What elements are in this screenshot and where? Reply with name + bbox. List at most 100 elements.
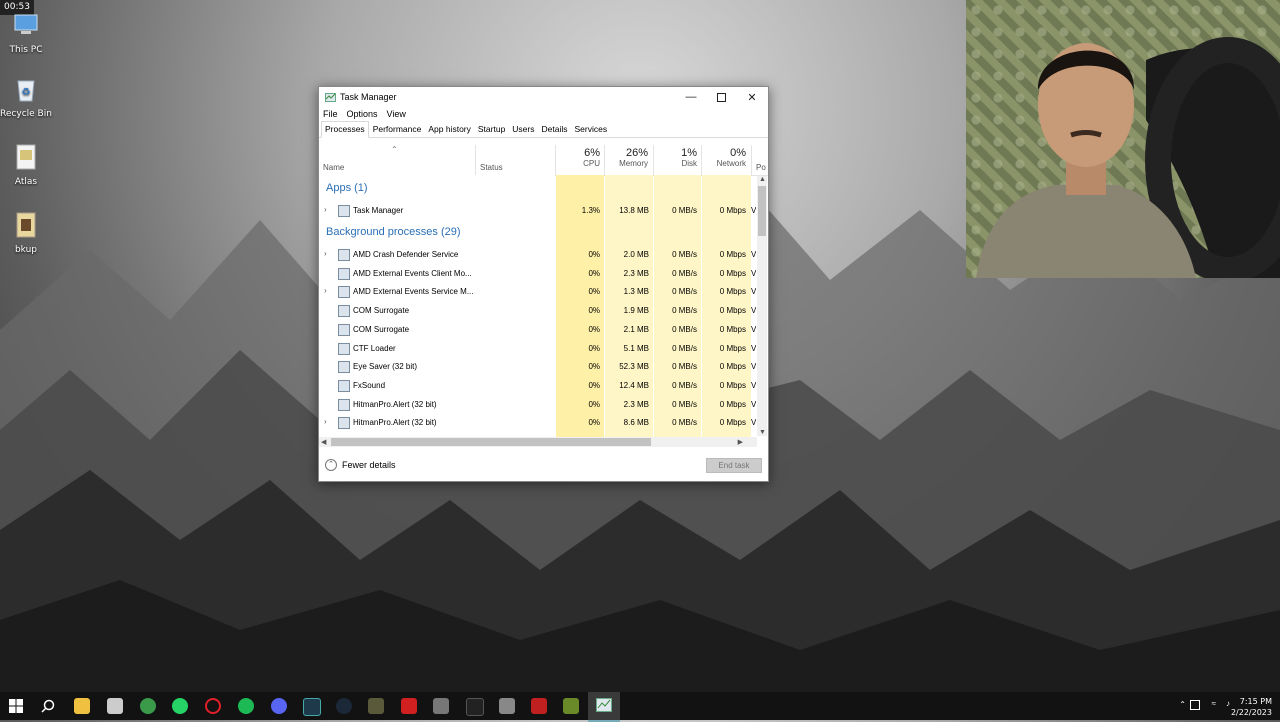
horizontal-scrollbar[interactable]: ◀ ▶ bbox=[319, 437, 757, 447]
process-row[interactable]: › HitmanPro.Alert (32 bit) 0% 8.6 MB 0 MB/s 0… bbox=[319, 413, 756, 432]
tab-app-history[interactable]: App history bbox=[425, 122, 474, 137]
process-row[interactable]: Eye Saver (32 bit) 0% 52.3 MB 0 MB/s 0 Mbps V bbox=[319, 357, 756, 376]
notification-icon[interactable] bbox=[1190, 700, 1200, 710]
app-icon[interactable] bbox=[401, 698, 417, 714]
clock[interactable]: 7:15 PM 2/22/2023 bbox=[1231, 696, 1272, 718]
desktop-icon-this-pc[interactable]: This PC bbox=[0, 10, 52, 55]
chevron-right-icon[interactable]: › bbox=[324, 205, 327, 214]
chevron-right-icon[interactable]: › bbox=[324, 249, 327, 258]
file-explorer-icon[interactable] bbox=[74, 698, 90, 714]
power-value: V bbox=[751, 380, 756, 390]
app-icon[interactable] bbox=[563, 698, 579, 714]
scrollbar-thumb[interactable] bbox=[331, 438, 651, 446]
column-memory[interactable]: 26% Memory bbox=[603, 147, 648, 168]
disk-value: 0 MB/s bbox=[672, 306, 697, 316]
memory-value: 2.3 MB bbox=[623, 268, 649, 278]
tab-startup[interactable]: Startup bbox=[475, 122, 508, 137]
end-task-button[interactable]: End task bbox=[706, 458, 762, 473]
tab-services[interactable]: Services bbox=[571, 122, 610, 137]
memory-label: Memory bbox=[619, 159, 648, 168]
windows-start-icon[interactable] bbox=[8, 698, 24, 714]
spotify-icon[interactable] bbox=[238, 698, 254, 714]
column-cpu[interactable]: 6% CPU bbox=[555, 147, 600, 168]
scroll-left-icon[interactable]: ◀ bbox=[321, 438, 326, 446]
nox-icon[interactable] bbox=[303, 698, 321, 716]
minimize-button[interactable]: — bbox=[676, 87, 706, 107]
process-name: Task Manager bbox=[353, 206, 404, 215]
desktop-icon-atlas[interactable]: Atlas bbox=[0, 142, 52, 187]
app-icon[interactable] bbox=[466, 698, 484, 716]
desktop-icon-recycle-bin[interactable]: ♻ Recycle Bin bbox=[0, 74, 52, 119]
tab-performance[interactable]: Performance bbox=[370, 122, 425, 137]
tab-users[interactable]: Users bbox=[509, 122, 537, 137]
menu-options[interactable]: Options bbox=[347, 109, 378, 119]
desktop-icon-label: This PC bbox=[9, 45, 43, 55]
xbox-icon[interactable] bbox=[140, 698, 156, 714]
menu-file[interactable]: File bbox=[323, 109, 338, 119]
fewer-details-button[interactable]: ⌃ Fewer details bbox=[325, 459, 396, 471]
power-value: V bbox=[751, 306, 756, 316]
game-icon[interactable] bbox=[368, 698, 384, 714]
network-percent: 0% bbox=[730, 147, 746, 159]
scroll-up-icon[interactable]: ▲ bbox=[759, 176, 766, 183]
volume-icon[interactable]: ♪ bbox=[1226, 699, 1230, 708]
column-network[interactable]: 0% Network bbox=[701, 147, 746, 168]
cpu-value: 0% bbox=[588, 268, 600, 278]
process-row[interactable]: CTF Loader 0% 5.1 MB 0 MB/s 0 Mbps V bbox=[319, 339, 756, 358]
app-icon[interactable] bbox=[499, 698, 515, 714]
column-disk[interactable]: 1% Disk bbox=[652, 147, 697, 168]
opera-icon[interactable] bbox=[205, 698, 221, 714]
process-row[interactable]: AMD External Events Client Mo... 0% 2.3 MB… bbox=[319, 264, 756, 283]
column-name[interactable]: Name bbox=[323, 163, 344, 172]
taskbar-task-manager[interactable] bbox=[588, 692, 620, 722]
cpu-percent: 6% bbox=[584, 147, 600, 159]
chevron-right-icon[interactable]: › bbox=[324, 417, 327, 426]
process-row[interactable]: COM Surrogate 0% 1.9 MB 0 MB/s 0 Mbps V bbox=[319, 301, 756, 320]
discord-icon[interactable] bbox=[271, 698, 287, 714]
group-header-apps[interactable]: Apps (1) bbox=[326, 182, 368, 194]
app-icon[interactable] bbox=[531, 698, 547, 714]
tab-processes[interactable]: Processes bbox=[321, 121, 369, 138]
close-button[interactable]: ✕ bbox=[737, 87, 767, 107]
process-name: Eye Saver (32 bit) bbox=[353, 362, 418, 372]
memory-value: 2.0 MB bbox=[623, 250, 649, 259]
scrollbar-thumb[interactable] bbox=[758, 186, 766, 236]
scroll-right-icon[interactable]: ▶ bbox=[738, 438, 743, 446]
network-value: 0 Mbps bbox=[719, 399, 746, 409]
steam-icon[interactable] bbox=[336, 698, 352, 714]
desktop-icon-bkup[interactable]: bkup bbox=[0, 210, 52, 255]
tab-details[interactable]: Details bbox=[539, 122, 571, 137]
group-header-background[interactable]: Background processes (29) bbox=[326, 226, 461, 238]
vertical-scrollbar[interactable]: ▲ ▼ bbox=[757, 176, 767, 436]
scroll-down-icon[interactable]: ▼ bbox=[759, 429, 766, 436]
network-icon[interactable]: ≈ bbox=[1212, 699, 1216, 708]
process-row[interactable]: › AMD External Events Service M... 0% 1.3 M… bbox=[319, 282, 756, 301]
column-divider bbox=[604, 145, 605, 175]
process-row[interactable]: FxSound 0% 12.4 MB 0 MB/s 0 Mbps V bbox=[319, 376, 756, 395]
process-icon bbox=[338, 417, 350, 430]
recycle-bin-icon: ♻ bbox=[17, 80, 35, 102]
chevron-right-icon[interactable]: › bbox=[324, 286, 327, 295]
clock-date: 2/22/2023 bbox=[1230, 708, 1272, 717]
app-icon[interactable] bbox=[433, 698, 449, 714]
notepad-icon[interactable] bbox=[107, 698, 123, 714]
process-row[interactable]: › AMD Crash Defender Service 0% 2.0 MB 0 MB/… bbox=[319, 245, 756, 264]
search-icon[interactable] bbox=[40, 698, 56, 714]
process-row[interactable]: COM Surrogate 0% 2.1 MB 0 MB/s 0 Mbps V bbox=[319, 320, 756, 339]
disk-value: 0 MB/s bbox=[672, 418, 697, 428]
chevron-up-icon[interactable]: ⌃ bbox=[1179, 700, 1186, 709]
title-bar[interactable]: Task Manager — ✕ bbox=[319, 87, 768, 107]
disk-percent: 1% bbox=[681, 147, 697, 159]
column-power[interactable]: Po bbox=[756, 163, 766, 172]
maximize-button[interactable] bbox=[706, 87, 736, 107]
memory-value: 52.3 MB bbox=[619, 362, 649, 372]
power-value: V bbox=[751, 268, 756, 278]
process-row[interactable]: › Task Manager 1.3% 13.8 MB 0 MB/s 0 Mbps V bbox=[319, 201, 756, 220]
memory-value: 13.8 MB bbox=[619, 206, 649, 215]
process-row[interactable]: HitmanPro.Alert (32 bit) 0% 2.3 MB 0 MB/s 0 … bbox=[319, 395, 756, 414]
menu-view[interactable]: View bbox=[387, 109, 406, 119]
webcam-person bbox=[976, 37, 1280, 278]
sort-up-icon: ⌃ bbox=[391, 145, 398, 154]
whatsapp-icon[interactable] bbox=[172, 698, 188, 714]
column-status[interactable]: Status bbox=[480, 163, 503, 172]
